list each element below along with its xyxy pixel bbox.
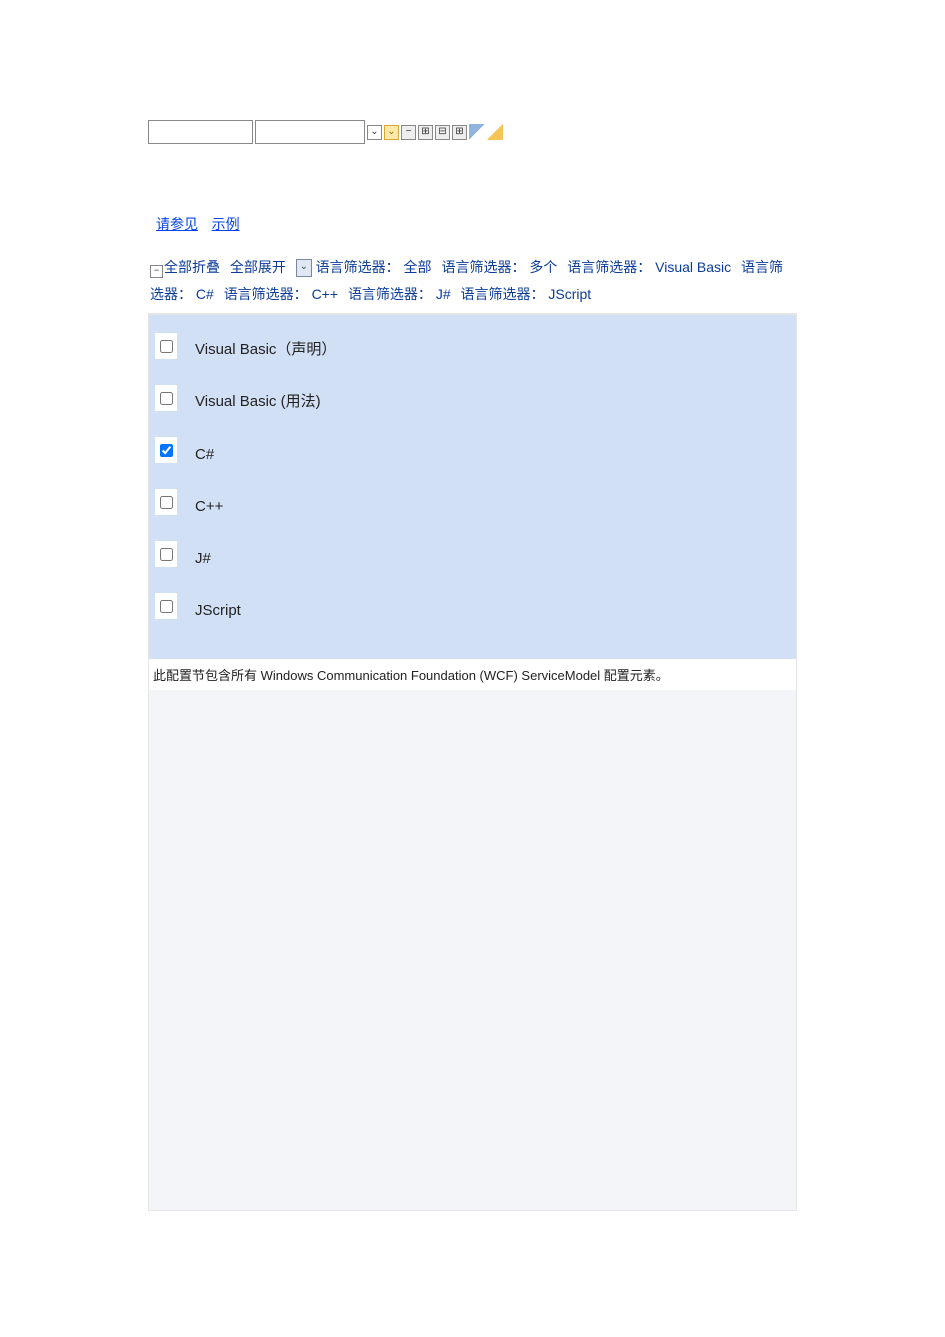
minus-boxed-icon[interactable]: ⊟	[435, 125, 450, 140]
plus-boxed-icon[interactable]: ⊞	[418, 125, 433, 140]
language-checkbox-wrap	[155, 437, 177, 463]
language-row: C#	[149, 437, 796, 463]
language-label: C#	[195, 446, 214, 463]
collapse-minibox-icon[interactable]: −	[150, 265, 163, 278]
toolbar-box-2[interactable]	[255, 120, 365, 144]
language-row: Visual Basic（声明）	[149, 333, 796, 359]
see-also-link[interactable]: 请参见	[156, 216, 198, 232]
filter-dropdown-icon[interactable]: ⌄	[296, 259, 312, 277]
language-filter-option[interactable]: 语言筛选器： 多个	[441, 259, 561, 275]
language-row: C++	[149, 489, 796, 515]
language-filter-bar: −全部折叠 全部展开 ⌄ 语言筛选器： 全部 语言筛选器： 多个 语言筛选器： …	[148, 252, 797, 315]
language-checkbox-wrap	[155, 333, 177, 359]
language-checkbox-wrap	[155, 593, 177, 619]
reference-links: 请参见 示例	[156, 214, 797, 234]
language-filter-option[interactable]: 语言筛选器： C++	[224, 286, 342, 302]
language-checkbox-wrap	[155, 541, 177, 567]
language-checkbox-wrap	[155, 385, 177, 411]
language-checkbox-wrap	[155, 489, 177, 515]
copy-icon[interactable]	[469, 124, 485, 140]
language-checkbox-area: Visual Basic（声明） Visual Basic (用法) C# C++ J#…	[148, 315, 797, 659]
expand-icon[interactable]: ⊞	[452, 125, 467, 140]
expand-all-link[interactable]: 全部展开	[230, 259, 286, 275]
dropdown-icon-alt[interactable]: ⌄	[384, 125, 399, 140]
collapse-all-link[interactable]: 全部折叠	[164, 259, 220, 275]
language-label: Visual Basic（声明）	[195, 338, 336, 359]
language-checkbox[interactable]	[160, 392, 173, 405]
language-row: J#	[149, 541, 796, 567]
paste-icon[interactable]	[487, 124, 503, 140]
language-checkbox[interactable]	[160, 548, 173, 561]
language-row: JScript	[149, 593, 796, 619]
language-label: C++	[195, 498, 223, 515]
language-checkbox[interactable]	[160, 340, 173, 353]
toolbar-box-1[interactable]	[148, 120, 253, 144]
language-row: Visual Basic (用法)	[149, 385, 796, 411]
language-filter-option[interactable]: 语言筛选器： JScript	[461, 286, 592, 302]
language-label: JScript	[195, 602, 241, 619]
language-filter-option[interactable]: 语言筛选器： J#	[348, 286, 455, 302]
content-placeholder	[148, 690, 797, 1211]
language-label: J#	[195, 550, 211, 567]
language-label: Visual Basic (用法)	[195, 390, 321, 411]
language-checkbox[interactable]	[160, 600, 173, 613]
example-link[interactable]: 示例	[212, 216, 240, 232]
toolbar: ⌄ ⌄ − ⊞ ⊟ ⊞	[148, 120, 797, 144]
language-filter-option[interactable]: 语言筛选器： 全部	[316, 259, 436, 275]
language-filter-option[interactable]: 语言筛选器： Visual Basic	[567, 259, 735, 275]
language-checkbox[interactable]	[160, 496, 173, 509]
section-description: 此配置节包含所有 Windows Communication Foundatio…	[148, 659, 797, 690]
dropdown-icon[interactable]: ⌄	[367, 125, 382, 140]
minus-icon[interactable]: −	[401, 125, 416, 140]
language-checkbox[interactable]	[160, 444, 173, 457]
